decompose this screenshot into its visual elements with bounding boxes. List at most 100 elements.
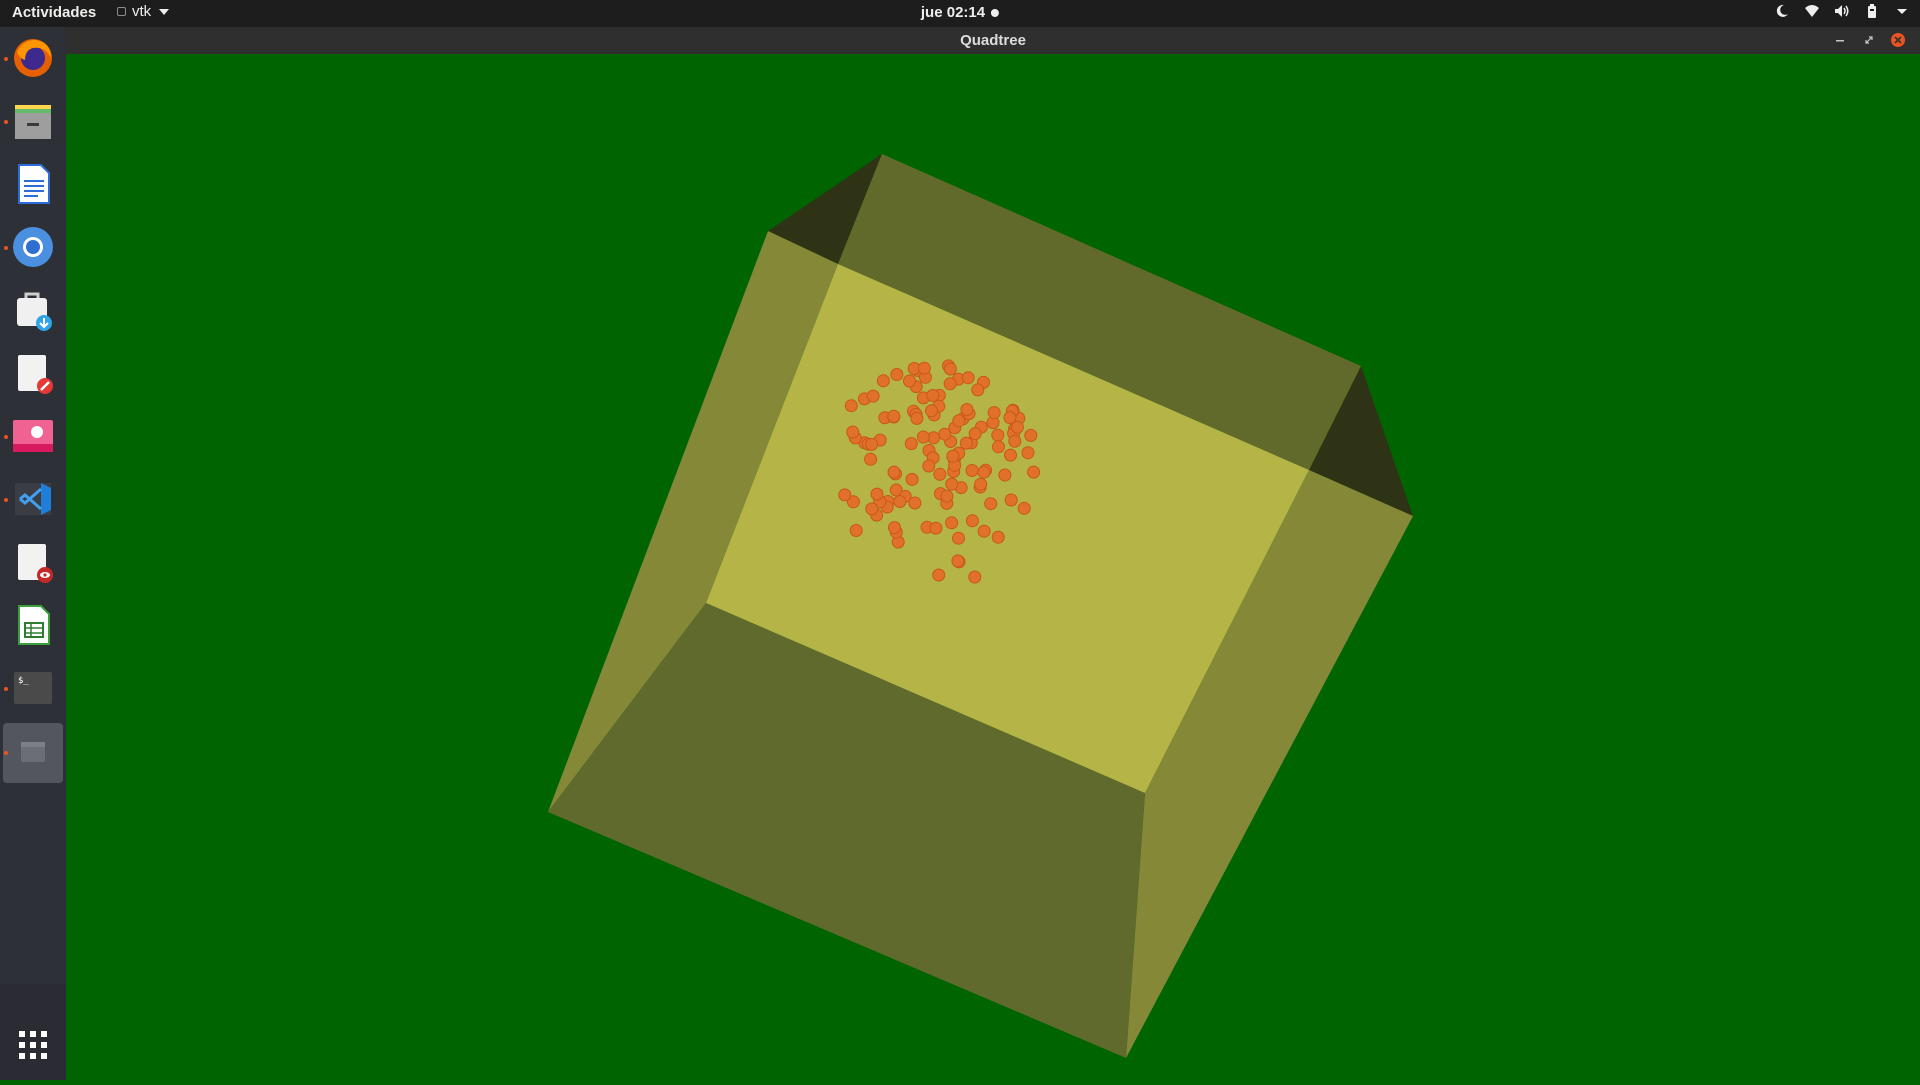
firefox-icon [14, 39, 52, 77]
document-viewer-icon [18, 544, 53, 583]
battery-icon [1868, 4, 1876, 18]
dock-item-libreoffice-calc[interactable] [0, 594, 66, 656]
window-title: Quadtree [960, 32, 1026, 49]
point-marker [922, 459, 936, 473]
point-marker [903, 374, 916, 388]
point-marker [968, 570, 982, 584]
chromium-icon [13, 227, 53, 267]
point-marker [865, 502, 879, 516]
files-icon [15, 105, 51, 139]
chevron-down-icon [159, 8, 170, 15]
show-applications-button[interactable] [0, 1014, 66, 1076]
clock-label: jue 02:14 [920, 4, 986, 21]
dock-item-chromium[interactable] [0, 216, 66, 278]
close-button[interactable] [1890, 32, 1906, 48]
system-tray[interactable] [1774, 3, 1910, 19]
point-marker [952, 531, 965, 545]
image-viewer-icon [13, 420, 53, 452]
point-marker [925, 404, 938, 418]
svg-text:$_: $_ [18, 676, 29, 686]
night-light-icon [1776, 4, 1788, 17]
spreadsheet-calc-icon [18, 605, 50, 645]
dock-item-document-viewer[interactable] [0, 531, 66, 593]
window-titlebar[interactable]: Quadtree [66, 27, 1920, 54]
point-marker [849, 524, 863, 537]
point-marker [946, 449, 960, 463]
dock-item-firefox[interactable] [0, 27, 66, 89]
point-marker [965, 464, 979, 477]
terminal-icon: $_ [14, 672, 52, 704]
dock-item-vtk-window[interactable] [0, 721, 66, 783]
point-marker [1021, 446, 1035, 460]
vtk-window: Quadtree [66, 27, 1920, 1080]
point-marker [917, 361, 931, 375]
dock-item-software[interactable] [0, 279, 66, 341]
running-indicator [4, 246, 8, 250]
point-marker [888, 521, 901, 535]
running-indicator [4, 687, 8, 691]
point-marker [908, 496, 922, 510]
dock-item-vscode[interactable] [0, 468, 66, 530]
clock[interactable]: jue 02:14 [920, 4, 1000, 21]
point-marker [943, 362, 957, 376]
point-marker [987, 406, 1001, 420]
running-indicator [4, 120, 8, 124]
dock-item-text-editor[interactable] [0, 342, 66, 404]
point-marker [910, 411, 924, 425]
point-marker [952, 414, 966, 428]
point-marker [1004, 448, 1017, 462]
point-marker [870, 487, 884, 501]
volume-icon [1835, 5, 1849, 17]
dock-item-image-viewer[interactable] [0, 405, 66, 467]
point-marker [916, 430, 930, 444]
point-marker [968, 427, 982, 441]
point-marker [945, 477, 959, 491]
app-menu[interactable]: vtk [117, 3, 170, 20]
point-marker [991, 530, 1005, 544]
point-marker [977, 524, 991, 538]
point-marker [864, 452, 878, 466]
point-marker [991, 428, 1005, 442]
dock-item-terminal[interactable]: $_ [0, 657, 66, 719]
point-marker [974, 477, 988, 491]
point-marker [932, 568, 946, 582]
point-marker [965, 514, 979, 528]
point-marker [1017, 501, 1031, 515]
point-marker [876, 374, 890, 388]
app-menu-icon [117, 7, 126, 16]
point-marker [960, 403, 974, 416]
point-marker [865, 437, 879, 451]
point-marker [1024, 428, 1038, 442]
maximize-button[interactable] [1861, 32, 1877, 48]
point-marker [945, 516, 959, 530]
document-writer-icon [18, 164, 50, 204]
point-marker [887, 465, 901, 479]
generic-window-icon [21, 742, 45, 762]
running-indicator [4, 435, 8, 439]
system-menu-caret-icon [1897, 9, 1907, 14]
activities-button[interactable]: Actividades [12, 4, 96, 21]
running-indicator [4, 751, 8, 755]
point-marker [971, 383, 985, 397]
point-marker [904, 437, 918, 451]
dock: $_ [0, 27, 66, 1080]
point-marker [938, 427, 952, 441]
point-marker [959, 436, 973, 450]
dock-item-libreoffice-writer[interactable] [0, 153, 66, 215]
render-viewport[interactable] [66, 54, 1920, 1080]
point-marker [926, 389, 940, 402]
point-marker [1004, 493, 1018, 507]
minimize-button[interactable] [1832, 32, 1848, 48]
dock-item-files[interactable] [0, 90, 66, 152]
quadtree-scene[interactable] [66, 54, 1920, 1080]
vscode-icon [15, 483, 51, 515]
point-marker [887, 409, 901, 423]
point-marker [838, 488, 852, 502]
point-marker [943, 377, 957, 391]
point-marker [844, 399, 858, 413]
point-marker [951, 554, 965, 568]
top-bar: Actividades vtk jue 02:14 [0, 0, 1920, 27]
point-marker [940, 489, 954, 503]
text-editor-icon [18, 355, 53, 394]
running-indicator [4, 498, 8, 502]
